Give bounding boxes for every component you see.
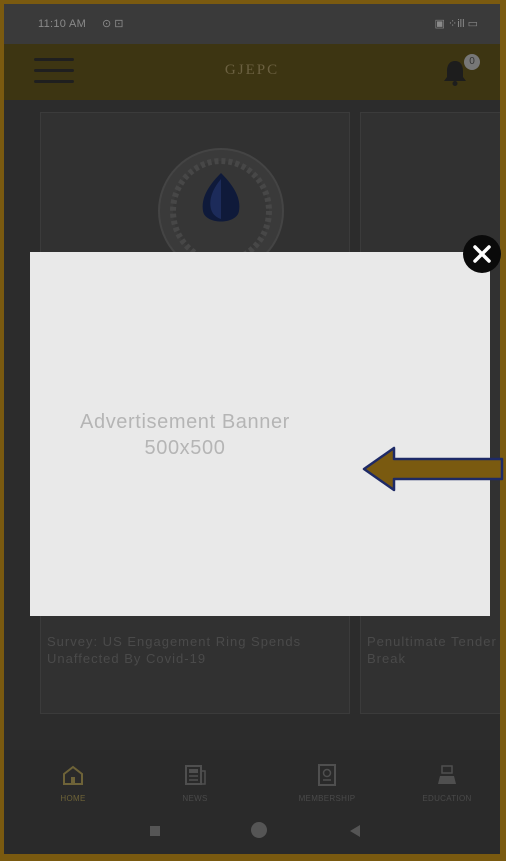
- nav-home-label: HOME: [60, 794, 86, 803]
- nav-home[interactable]: HOME: [28, 764, 118, 803]
- home-icon: [63, 765, 83, 785]
- banner-size: 500x500: [144, 437, 226, 459]
- status-time: 11:10 AM: [38, 18, 87, 30]
- education-icon: [438, 765, 456, 784]
- back-icon[interactable]: [349, 824, 361, 838]
- system-nav-bar: [4, 810, 500, 854]
- status-left-icons: ⊙ ⊡: [102, 18, 124, 30]
- banner-text: Advertisement Banner 500x500: [30, 409, 340, 461]
- nav-news-label: NEWS: [182, 794, 208, 803]
- close-icon: [473, 245, 491, 263]
- nav-education-label: EDUCATION: [422, 794, 472, 803]
- home-button-icon[interactable]: [251, 822, 267, 838]
- bottom-nav: HOME NEWS MEMBERSHIP EDUCATION: [4, 750, 500, 810]
- card-headline: Penultimate Tender Break: [367, 634, 497, 666]
- app-bar: GJEPC 0: [4, 44, 500, 100]
- newspaper-icon: [185, 765, 206, 785]
- nav-membership[interactable]: MEMBERSHIP: [282, 764, 372, 803]
- notification-badge: 0: [464, 54, 480, 70]
- status-bar: 11:10 AM ⊙ ⊡ ▣ ⁘ill ▭: [4, 4, 500, 44]
- app-title: GJEPC: [224, 62, 280, 78]
- banner-title: Advertisement Banner: [80, 411, 290, 433]
- recent-apps-icon[interactable]: [150, 826, 160, 836]
- pointer-arrow-icon: [362, 446, 504, 492]
- card-headline: Survey: US Engagement Ring Spends Unaffe…: [47, 634, 302, 666]
- nav-membership-label: MEMBERSHIP: [298, 794, 356, 803]
- nav-education[interactable]: EDUCATION: [402, 764, 492, 803]
- membership-icon: [318, 764, 336, 786]
- advertisement-banner[interactable]: Advertisement Banner 500x500: [30, 252, 490, 616]
- nav-news[interactable]: NEWS: [150, 764, 240, 803]
- status-right-icons: ▣ ⁘ill ▭: [434, 18, 478, 30]
- close-button[interactable]: [463, 235, 501, 273]
